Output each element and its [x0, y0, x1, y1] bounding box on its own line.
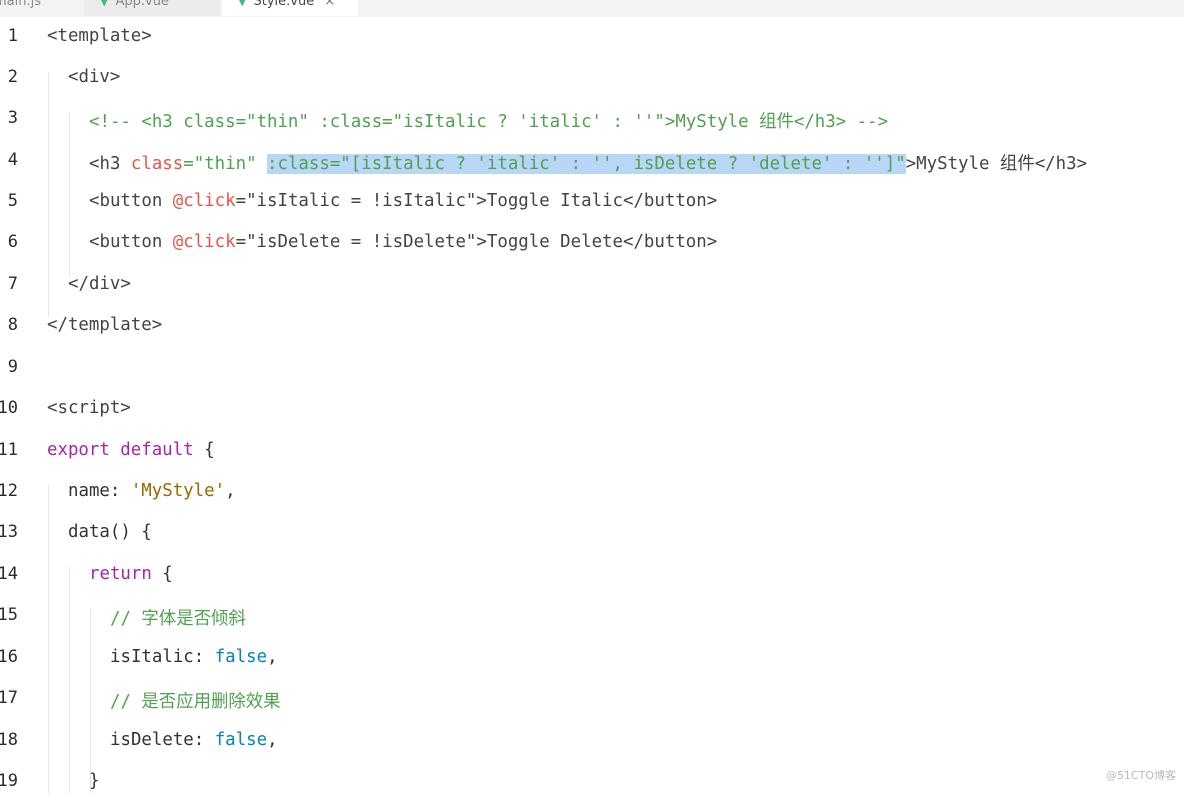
- code-token: ="isDelete = !isDelete">Toggle Delete</b…: [235, 232, 718, 252]
- code-token: @click: [172, 232, 236, 252]
- code-text: </template>: [47, 315, 163, 335]
- line-number: 5: [7, 191, 18, 211]
- code-token: <button: [89, 232, 173, 252]
- tab-main-js[interactable]: main.js: [0, 0, 66, 16]
- line-number: 2: [7, 67, 18, 87]
- code-line[interactable]: 12 name: 'MyStyle',: [0, 472, 1184, 513]
- line-number: 6: [7, 232, 18, 252]
- line-number: 13: [0, 522, 18, 542]
- tab-label: App.vue: [115, 0, 169, 9]
- line-number: 4: [7, 150, 18, 170]
- code-token: name:: [68, 481, 131, 501]
- tab-style-vue[interactable]: ▼ Style.vue ×: [222, 0, 358, 16]
- code-token: <button: [89, 191, 173, 211]
- code-line[interactable]: 14 return {: [0, 555, 1184, 596]
- code-text: }: [89, 771, 100, 791]
- line-number: 12: [0, 481, 18, 501]
- line-number: 14: [0, 564, 18, 584]
- code-text: </div>: [68, 274, 131, 294]
- line-number: 8: [7, 315, 18, 335]
- close-icon[interactable]: ×: [324, 0, 335, 9]
- vue-icon: ▼: [238, 0, 247, 8]
- code-line[interactable]: 5 <button @click="isItalic = !isItalic">…: [0, 182, 1184, 223]
- code-line[interactable]: 19 }: [0, 762, 1184, 803]
- code-line[interactable]: 10 <script>: [0, 389, 1184, 430]
- code-line[interactable]: 11 export default {: [0, 431, 1184, 472]
- code-text: <button @click="isItalic = !isItalic">To…: [89, 191, 717, 211]
- code-token: isItalic:: [110, 647, 215, 667]
- code-token: ,: [267, 647, 278, 667]
- code-line[interactable]: 16 isItalic: false,: [0, 638, 1184, 679]
- code-token: @click: [172, 191, 236, 211]
- watermark: @51CTO博客: [1105, 769, 1176, 782]
- code-comment: <!-- <h3 class="thin" :class="isItalic ?…: [89, 112, 889, 132]
- code-editor[interactable]: 1 <template> 2 <div> 3 <!-- <h3 class="t…: [0, 17, 1184, 793]
- code-token: <h3: [89, 154, 131, 174]
- code-text: <button @click="isDelete = !isDelete">To…: [89, 232, 717, 252]
- code-line[interactable]: 4 <h3 class="thin" :class="[isItalic ? '…: [0, 141, 1184, 182]
- selected-text[interactable]: :class="[isItalic ? 'italic' : '', isDel…: [267, 154, 906, 174]
- code-line[interactable]: 1 <template>: [0, 17, 1184, 58]
- editor-tab-bar: main.js ▼ App.vue ▼ Style.vue ×: [0, 0, 1184, 17]
- code-text: name: 'MyStyle',: [68, 481, 236, 501]
- line-number: 17: [0, 688, 18, 708]
- code-line[interactable]: 7 </div>: [0, 265, 1184, 306]
- line-number: 15: [0, 605, 18, 625]
- code-token: {: [162, 564, 173, 584]
- line-number: 9: [7, 357, 18, 377]
- code-line[interactable]: 6 <button @click="isDelete = !isDelete">…: [0, 223, 1184, 264]
- code-token: >MyStyle 组件</h3>: [905, 154, 1088, 174]
- code-text: <div>: [68, 67, 121, 87]
- line-number: 1: [7, 26, 18, 46]
- code-token: ,: [225, 481, 236, 501]
- line-number: 18: [0, 730, 18, 750]
- code-line[interactable]: 2 <div>: [0, 58, 1184, 99]
- code-boolean: false: [214, 730, 268, 750]
- code-text: <script>: [47, 398, 131, 418]
- code-token: class: [130, 154, 184, 174]
- code-text: data() {: [68, 522, 152, 542]
- code-text: isItalic: false,: [110, 647, 278, 667]
- code-text: <template>: [47, 26, 152, 46]
- code-keyword: export default: [47, 440, 205, 460]
- code-line[interactable]: 18 isDelete: false,: [0, 721, 1184, 762]
- code-keyword: return: [89, 564, 163, 584]
- code-token: ="isItalic = !isItalic">Toggle Italic</b…: [235, 191, 718, 211]
- line-number: 16: [0, 647, 18, 667]
- code-comment: // 是否应用删除效果: [110, 692, 281, 712]
- tab-label: Style.vue: [253, 0, 315, 9]
- tab-label: main.js: [0, 0, 41, 9]
- code-token: ,: [267, 730, 278, 750]
- code-boolean: false: [214, 647, 268, 667]
- line-number: 3: [7, 108, 18, 128]
- code-line[interactable]: 17 // 是否应用删除效果: [0, 679, 1184, 720]
- code-comment: // 字体是否倾斜: [110, 609, 246, 629]
- line-number: 10: [0, 398, 18, 418]
- code-line[interactable]: 3 <!-- <h3 class="thin" :class="isItalic…: [0, 99, 1184, 140]
- code-token: isDelete:: [110, 730, 215, 750]
- tab-app-vue[interactable]: ▼ App.vue: [84, 0, 220, 16]
- code-string: 'MyStyle': [130, 481, 226, 501]
- code-line[interactable]: 8 </template>: [0, 306, 1184, 347]
- vue-icon: ▼: [100, 0, 109, 8]
- code-text: <h3 class="thin" :class="[isItalic ? 'it…: [89, 150, 1087, 175]
- code-text: isDelete: false,: [110, 730, 278, 750]
- code-token: {: [204, 440, 215, 460]
- code-token: ="thin": [183, 154, 268, 174]
- line-number: 7: [7, 274, 18, 294]
- code-line[interactable]: 9: [0, 348, 1184, 389]
- line-number: 11: [0, 440, 18, 460]
- line-number: 19: [0, 771, 18, 791]
- code-text: export default {: [47, 440, 215, 460]
- code-text: return {: [89, 564, 173, 584]
- code-line[interactable]: 15 // 字体是否倾斜: [0, 596, 1184, 637]
- code-line[interactable]: 13 data() {: [0, 513, 1184, 554]
